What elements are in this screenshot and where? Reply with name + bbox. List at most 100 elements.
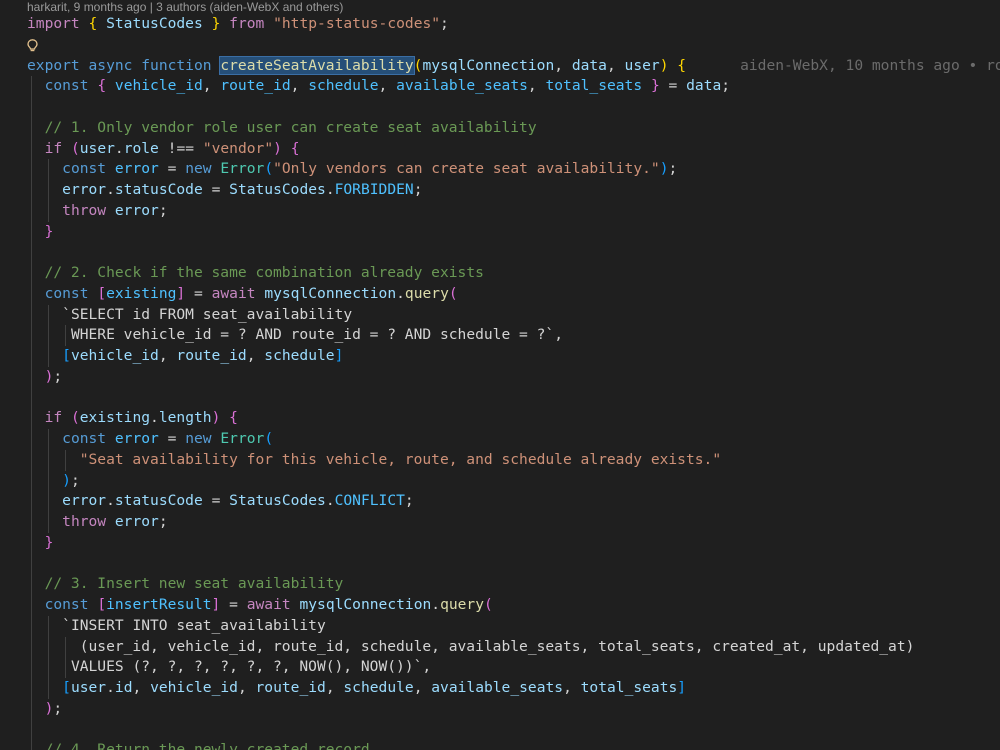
token: ] — [211, 596, 221, 613]
token: id — [114, 679, 133, 696]
token: if — [44, 409, 63, 427]
token: { — [97, 77, 107, 95]
indent-guide — [31, 138, 32, 160]
token: if — [44, 139, 63, 157]
code-line[interactable] — [0, 387, 1000, 409]
token: await — [211, 284, 256, 302]
codelens-authors[interactable]: harkarit, 9 months ago | 3 authors (aide… — [27, 0, 343, 14]
token: Error — [220, 430, 265, 447]
token: data — [686, 77, 722, 95]
token: schedule — [343, 679, 414, 696]
code-line[interactable]: `INSERT INTO seat_availability — [0, 615, 1000, 637]
token: , — [132, 679, 151, 696]
lightbulb-icon[interactable] — [27, 38, 38, 52]
code-line[interactable]: // 2. Check if the same combination alre… — [0, 263, 1000, 284]
token: error — [114, 430, 159, 447]
code-line[interactable]: if (existing.length) { — [0, 408, 1000, 429]
token: . — [150, 409, 159, 427]
code-line[interactable]: } — [0, 532, 1000, 554]
token: ; — [413, 181, 423, 198]
code-line[interactable] — [0, 97, 1000, 118]
code-line[interactable]: ); — [0, 470, 1000, 492]
token: = — [211, 181, 221, 198]
code-line[interactable]: } — [0, 221, 1000, 243]
code-line[interactable]: const [existing] = await mysqlConnection… — [0, 283, 1000, 305]
indent-guide — [48, 200, 49, 222]
token: ; — [70, 471, 80, 489]
code-line[interactable] — [0, 242, 1000, 263]
code-editor[interactable]: harkarit, 9 months ago | 3 authors (aide… — [0, 0, 1000, 750]
token: . — [114, 139, 124, 157]
code-line[interactable]: ); — [0, 698, 1000, 720]
sql-template: `INSERT INTO seat_availability — [62, 616, 326, 634]
token: [ — [97, 596, 107, 613]
code-line[interactable]: const error = new Error("Only vendors ca… — [0, 159, 1000, 180]
token: available_seats — [431, 679, 564, 696]
token: ; — [53, 367, 63, 385]
code-lines[interactable]: import { StatusCodes } from "http-status… — [0, 14, 1000, 750]
code-line[interactable]: throw error; — [0, 200, 1000, 222]
token: , — [554, 56, 572, 74]
token: "vendor" — [202, 139, 274, 157]
token: new — [185, 430, 212, 447]
token: from — [229, 15, 265, 32]
code-line[interactable]: `SELECT id FROM seat_availability — [0, 304, 1000, 326]
selected-function-name[interactable]: createSeatAvailability — [219, 55, 415, 75]
indent-guide — [31, 221, 32, 243]
indent-guide — [48, 159, 49, 180]
token: ] — [677, 679, 687, 696]
code-line[interactable]: const error = new Error( — [0, 429, 1000, 450]
code-line[interactable]: "Seat availability for this vehicle, rou… — [0, 449, 1000, 471]
indent-guide — [31, 408, 32, 429]
code-line[interactable]: WHERE vehicle_id = ? AND route_id = ? AN… — [0, 325, 1000, 346]
indent-guide — [65, 657, 66, 678]
token: total_seats — [580, 679, 678, 696]
code-line[interactable]: error.statusCode = StatusCodes.CONFLICT; — [0, 491, 1000, 512]
code-line[interactable]: // 4. Return the newly created record — [0, 740, 1000, 750]
code-line[interactable]: [user.id, vehicle_id, route_id, schedule… — [0, 678, 1000, 699]
code-line[interactable]: (user_id, vehicle_id, route_id, schedule… — [0, 636, 1000, 658]
token: StatusCodes — [229, 181, 326, 198]
code-line[interactable]: import { StatusCodes } from "http-status… — [0, 14, 1000, 35]
indent-guide — [31, 366, 32, 388]
code-line[interactable]: export async function createSeatAvailabi… — [0, 55, 1000, 77]
sql-template: VALUES (?, ?, ?, ?, ?, ?, NOW(), NOW())` — [70, 658, 423, 676]
code-line[interactable] — [0, 719, 1000, 741]
code-line[interactable]: const { vehicle_id, route_id, schedule, … — [0, 76, 1000, 97]
token: error — [62, 492, 107, 510]
indent-guide — [48, 304, 49, 326]
token: user — [70, 679, 107, 696]
token: , — [527, 77, 546, 95]
token: const — [44, 77, 89, 95]
token: async — [88, 56, 133, 74]
token: error — [114, 513, 159, 530]
token: ; — [721, 77, 731, 95]
code-line[interactable]: ); — [0, 366, 1000, 388]
code-line[interactable]: if (user.role !== "vendor") { — [0, 138, 1000, 160]
code-line[interactable]: VALUES (?, ?, ?, ?, ?, ?, NOW(), NOW())`… — [0, 657, 1000, 678]
indent-guide — [48, 470, 49, 492]
inline-blame[interactable]: aiden-WebX, 10 months ago • routesSe — [686, 57, 1000, 74]
indent-guide — [31, 387, 32, 409]
code-line[interactable]: throw error; — [0, 512, 1000, 533]
token: { — [229, 409, 238, 427]
code-line[interactable] — [0, 553, 1000, 575]
token: statusCode — [114, 181, 203, 198]
code-line[interactable]: // 1. Only vendor role user can create s… — [0, 117, 1000, 139]
indent-guide — [31, 325, 32, 346]
code-line[interactable]: // 3. Insert new seat availability — [0, 574, 1000, 595]
token: ; — [440, 15, 449, 32]
token: role — [123, 139, 159, 157]
token: ( — [448, 284, 458, 302]
code-line[interactable]: [vehicle_id, route_id, schedule] — [0, 346, 1000, 367]
token: throw — [62, 201, 107, 219]
token: schedule — [308, 77, 379, 95]
code-line[interactable]: error.statusCode = StatusCodes.FORBIDDEN… — [0, 180, 1000, 201]
indent-guide — [48, 429, 49, 450]
token: . — [396, 284, 405, 302]
indent-guide — [31, 346, 32, 367]
code-line[interactable] — [0, 35, 1000, 56]
indent-guide — [31, 657, 32, 678]
token: . — [431, 596, 441, 613]
code-line[interactable]: const [insertResult] = await mysqlConnec… — [0, 595, 1000, 616]
